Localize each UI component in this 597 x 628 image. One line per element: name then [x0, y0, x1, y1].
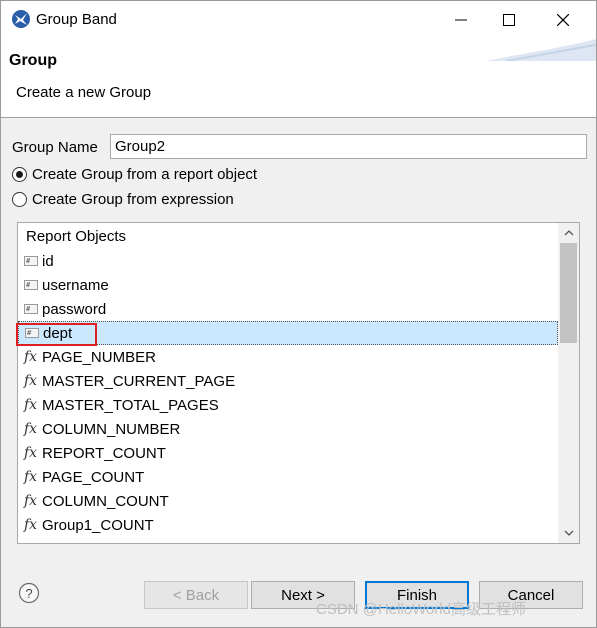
group-name-label: Group Name	[12, 139, 98, 156]
minimize-button[interactable]	[439, 1, 483, 39]
list-item-label: PAGE_NUMBER	[42, 348, 156, 366]
chevron-down-icon	[564, 530, 573, 536]
list-item-label: id	[42, 252, 54, 270]
list-item[interactable]: fx PAGE_COUNT	[18, 465, 558, 489]
radio-button-unchecked[interactable]	[12, 192, 27, 207]
list-item[interactable]: fx MASTER_TOTAL_PAGES	[18, 393, 558, 417]
list-header: Report Objects	[26, 228, 127, 245]
list-item-label: MASTER_CURRENT_PAGE	[42, 372, 236, 390]
list-item[interactable]: # password	[18, 297, 558, 321]
list-item[interactable]: fx PAGE_NUMBER	[18, 345, 558, 369]
radio-expression-option[interactable]: Create Group from expression	[12, 191, 234, 208]
back-button[interactable]: < Back	[144, 581, 248, 609]
annotation-highlight-box	[16, 323, 97, 346]
maximize-button[interactable]	[487, 1, 531, 39]
close-button[interactable]	[541, 1, 585, 39]
list-item-label: PAGE_COUNT	[42, 468, 145, 486]
group-band-dialog: Group Band Group Create a new Group Grou…	[0, 0, 597, 628]
fx-icon: fx	[24, 517, 38, 533]
fx-icon: fx	[24, 421, 38, 437]
list-item[interactable]: # username	[18, 273, 558, 297]
watermark: CSDN @HelloWorld高级工程师	[316, 601, 526, 618]
field-icon: #	[24, 256, 38, 266]
title-bar: Group Band	[1, 1, 596, 39]
group-name-input[interactable]	[110, 134, 587, 159]
fx-icon: fx	[24, 373, 38, 389]
fx-icon: fx	[24, 469, 38, 485]
list-item-label: Group1_COUNT	[42, 516, 154, 534]
svg-text:?: ?	[25, 586, 32, 601]
fx-icon: fx	[24, 493, 38, 509]
list-items-container: # id # username # password # dept fx PAG…	[18, 249, 558, 537]
wizard-banner: Group Create a new Group	[1, 39, 596, 118]
fx-icon: fx	[24, 445, 38, 461]
field-icon: #	[24, 304, 38, 314]
list-item-label: MASTER_TOTAL_PAGES	[42, 396, 219, 414]
list-item[interactable]: # id	[18, 249, 558, 273]
radio-expression-label: Create Group from expression	[32, 191, 234, 208]
page-description: Create a new Group	[16, 84, 152, 101]
window-title: Group Band	[36, 11, 117, 28]
scroll-down-button[interactable]	[558, 523, 579, 543]
page-title: Group	[9, 52, 57, 69]
maximize-icon	[503, 14, 515, 26]
radio-report-object-option[interactable]: Create Group from a report object	[12, 166, 257, 183]
list-item-label: REPORT_COUNT	[42, 444, 166, 462]
fx-icon: fx	[24, 349, 38, 365]
list-item[interactable]: fx COLUMN_NUMBER	[18, 417, 558, 441]
radio-report-object-label: Create Group from a report object	[32, 166, 258, 183]
close-icon	[557, 14, 569, 26]
scroll-thumb[interactable]	[560, 243, 577, 343]
help-icon[interactable]: ?	[18, 582, 40, 604]
list-item-label: password	[42, 300, 107, 318]
scroll-up-button[interactable]	[558, 223, 579, 243]
chevron-up-icon	[564, 230, 573, 236]
radio-button-checked[interactable]	[12, 167, 27, 182]
list-item-label: username	[42, 276, 109, 294]
list-item-selected[interactable]: # dept	[18, 321, 558, 345]
list-item[interactable]: fx REPORT_COUNT	[18, 441, 558, 465]
list-item[interactable]: fx COLUMN_COUNT	[18, 489, 558, 513]
list-item-label: COLUMN_COUNT	[42, 492, 169, 510]
minimize-icon	[455, 19, 467, 21]
list-item[interactable]: fx MASTER_CURRENT_PAGE	[18, 369, 558, 393]
list-item[interactable]: fx Group1_COUNT	[18, 513, 558, 537]
list-item-label: COLUMN_NUMBER	[42, 420, 181, 438]
field-icon: #	[24, 280, 38, 290]
report-objects-list[interactable]: Report Objects # id # username # passwor…	[17, 222, 580, 544]
fx-icon: fx	[24, 397, 38, 413]
app-logo-icon	[12, 10, 30, 28]
list-scrollbar[interactable]	[558, 223, 579, 543]
banner-decoration-icon	[486, 39, 596, 61]
